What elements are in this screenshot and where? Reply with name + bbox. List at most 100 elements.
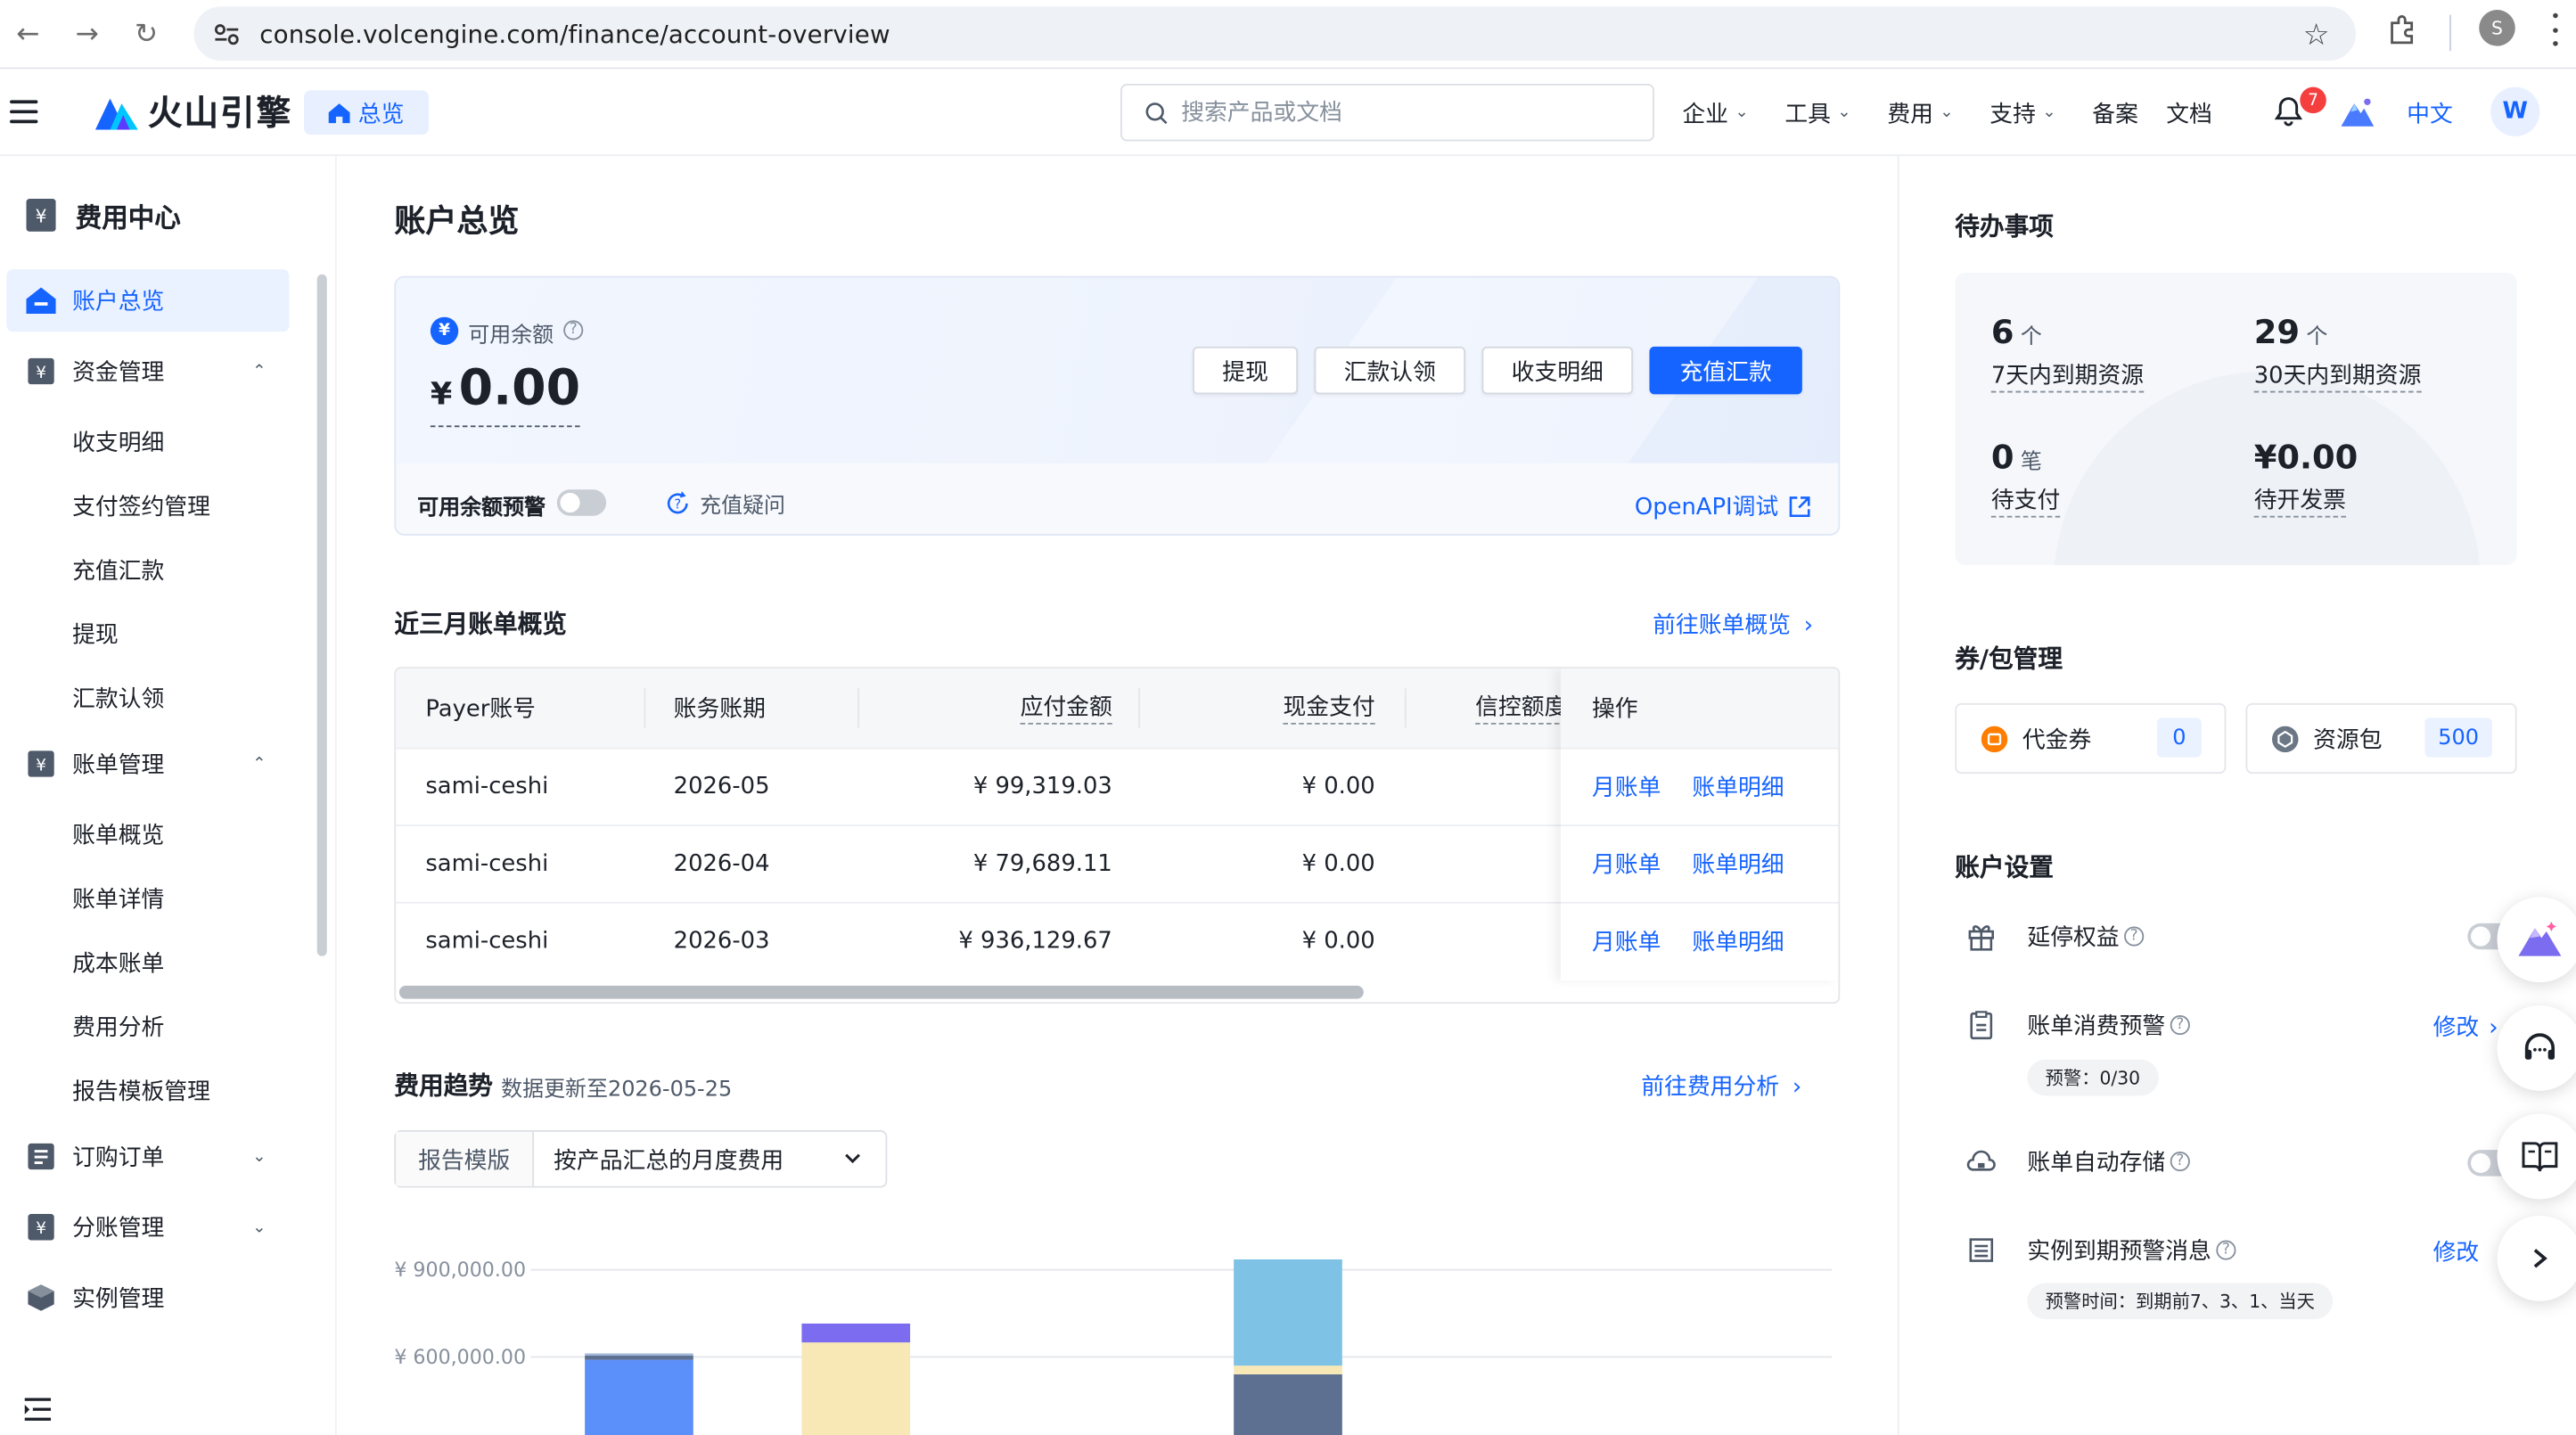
user-avatar[interactable]: W xyxy=(2490,86,2540,136)
ai-assistant-float-button[interactable] xyxy=(2497,897,2576,983)
todo-label-30d[interactable]: 30天内到期资源 xyxy=(2253,361,2422,393)
remittance-claim-button[interactable]: 汇款认领 xyxy=(1314,346,1466,395)
todo-count-pending-invoice[interactable]: ¥0.00 xyxy=(2254,437,2359,476)
sidebar-subitem-withdraw[interactable]: 提现 xyxy=(72,618,119,651)
home-overview-tab[interactable]: 总览 xyxy=(303,90,430,135)
balance-alert-toggle[interactable] xyxy=(556,489,607,516)
sidebar-subitem-report-templates[interactable]: 报告模板管理 xyxy=(72,1074,210,1107)
todo-count-pending-pay[interactable]: 0笔 xyxy=(1991,437,2042,476)
ai-assistant-icon[interactable] xyxy=(2341,97,2375,127)
income-expense-button[interactable]: 收支明细 xyxy=(1481,346,1634,395)
bar-segment-2-0[interactable] xyxy=(1234,1374,1342,1435)
todo-label-pending-pay[interactable]: 待支付 xyxy=(1990,487,2061,518)
balance-card-footer xyxy=(396,463,1839,535)
link-filing[interactable]: 备案 xyxy=(2092,96,2138,129)
recharge-faq-link[interactable]: ? 充值疑问 xyxy=(665,488,785,519)
sidebar-subitem-payment-contract[interactable]: 支付签约管理 xyxy=(72,489,210,522)
header-credit: 信控额度 xyxy=(1475,668,1568,747)
todo-count-30d[interactable]: 29 个 xyxy=(2254,312,2328,351)
template-select-value[interactable]: 按产品汇总的月度费用 xyxy=(534,1132,885,1186)
language-switch[interactable]: 中文 xyxy=(2407,97,2453,130)
expand-float-button[interactable] xyxy=(2497,1215,2576,1301)
svg-text:¥: ¥ xyxy=(36,206,47,227)
bar-segment-1-2[interactable] xyxy=(801,1323,911,1343)
sidebar-subitem-remittance-claim[interactable]: 汇款认领 xyxy=(72,682,164,715)
page-title: 账户总览 xyxy=(394,203,520,241)
monthly-bill-link[interactable]: 月账单 xyxy=(1592,925,1661,958)
search-input[interactable] xyxy=(1181,99,1609,126)
link-docs[interactable]: 文档 xyxy=(2166,96,2212,129)
instance-expiry-modify-link[interactable]: 修改 xyxy=(2433,1235,2480,1268)
browser-profile-avatar[interactable]: S xyxy=(2479,10,2515,46)
openapi-debug-link[interactable]: OpenAPI调试 xyxy=(1635,489,1809,522)
todo-label-pending-invoice[interactable]: 待开发票 xyxy=(2253,487,2346,518)
table-horizontal-scrollbar[interactable] xyxy=(398,985,1364,999)
withdraw-button[interactable]: 提现 xyxy=(1193,346,1299,395)
menu-support[interactable]: 支持 ⌄ xyxy=(1989,96,2055,129)
goto-cost-analysis-link[interactable]: 前往费用分析 › xyxy=(1641,1070,1801,1103)
menu-enterprise[interactable]: 企业 ⌄ xyxy=(1682,96,1748,129)
goto-bill-overview-link[interactable]: 前往账单概览 › xyxy=(1653,608,1813,641)
sidebar-item-account-overview[interactable]: 账户总览 xyxy=(6,269,290,332)
bar-segment-2-2[interactable] xyxy=(1234,1259,1342,1366)
bill-detail-link[interactable]: 账单明细 xyxy=(1692,770,1784,803)
reload-icon[interactable]: ↻ xyxy=(128,16,165,53)
link-label: 前往费用分析 xyxy=(1641,1074,1780,1101)
sidebar-item-split-billing[interactable]: ¥ 分账管理 ⌄ xyxy=(6,1196,289,1259)
todo-label-7d[interactable]: 7天内到期资源 xyxy=(1990,361,2145,393)
global-search[interactable] xyxy=(1120,83,1655,142)
sidebar-subitem-cost-analysis[interactable]: 费用分析 xyxy=(72,1011,164,1044)
menu-costs[interactable]: 费用 ⌄ xyxy=(1887,96,1953,129)
help-icon[interactable]: ? xyxy=(2170,1015,2190,1036)
sidebar-item-fund-management[interactable]: ¥ 资金管理 ⌃ xyxy=(6,340,289,403)
monthly-bill-link[interactable]: 月账单 xyxy=(1592,770,1661,803)
balance-label: 可用余额 xyxy=(468,324,554,348)
help-icon[interactable]: ? xyxy=(2216,1240,2236,1260)
sidebar-item-label: 账单管理 xyxy=(72,752,165,779)
bar-segment-1-1[interactable] xyxy=(801,1342,911,1398)
forward-icon[interactable]: → xyxy=(69,16,105,53)
bar-segment-0-0[interactable] xyxy=(585,1359,693,1435)
bar-segment-0-1[interactable] xyxy=(585,1355,693,1360)
todo-count-7d[interactable]: 6个 xyxy=(1991,312,2042,351)
bill-alert-modify-link[interactable]: 修改 › xyxy=(2433,1011,2498,1044)
todo-value: 0 xyxy=(1990,437,2014,477)
sidebar-item-orders[interactable]: 订购订单 ⌄ xyxy=(6,1126,289,1188)
bookmark-star-icon[interactable]: ☆ xyxy=(2303,18,2330,53)
site-settings-icon[interactable] xyxy=(212,19,242,48)
bar-segment-0-2[interactable] xyxy=(585,1353,693,1356)
sidebar-item-bill-management[interactable]: ¥ 账单管理 ⌃ xyxy=(6,733,289,795)
sidebar-subitem-bill-details[interactable]: 账单详情 xyxy=(72,882,164,915)
row-operations: 月账单 账单明细 xyxy=(1560,824,1839,902)
hamburger-menu-icon[interactable] xyxy=(10,100,38,124)
sidebar-subitem-bill-overview[interactable]: 账单概览 xyxy=(72,818,164,851)
bar-segment-2-1[interactable] xyxy=(1234,1365,1342,1374)
browser-menu-icon[interactable] xyxy=(2549,12,2559,46)
menu-tools[interactable]: 工具 ⌄ xyxy=(1784,96,1850,129)
help-icon[interactable]: ? xyxy=(2170,1152,2190,1172)
sidebar-subitem-recharge[interactable]: 充值汇款 xyxy=(72,554,164,586)
extensions-icon[interactable] xyxy=(2385,15,2418,48)
report-template-select[interactable]: 报告模版 按产品汇总的月度费用 xyxy=(394,1130,888,1188)
customer-service-float-button[interactable] xyxy=(2497,1004,2576,1091)
sidebar-subitem-income-expense[interactable]: 收支明细 xyxy=(72,425,164,458)
trend-section-title: 费用趋势 xyxy=(394,1070,493,1101)
brand-logo[interactable]: 火山引擎 xyxy=(94,90,292,133)
sidebar-item-label: 账户总览 xyxy=(72,289,165,316)
bar-segment-1-0[interactable] xyxy=(801,1397,911,1435)
recharge-button[interactable]: 充值汇款 xyxy=(1649,346,1802,395)
address-bar[interactable]: console.volcengine.com/finance/account-o… xyxy=(193,6,2357,62)
bill-detail-link[interactable]: 账单明细 xyxy=(1692,848,1784,881)
help-icon[interactable]: ? xyxy=(2124,926,2145,947)
back-icon[interactable]: ← xyxy=(10,16,46,53)
collapse-sidebar-icon[interactable] xyxy=(24,1398,52,1421)
sidebar-scrollbar[interactable] xyxy=(316,274,327,956)
column-divider xyxy=(857,688,859,728)
monthly-bill-link[interactable]: 月账单 xyxy=(1592,848,1661,881)
sidebar-subitem-cost-bill[interactable]: 成本账单 xyxy=(72,947,164,980)
help-icon[interactable]: ? xyxy=(563,320,584,340)
documentation-float-button[interactable] xyxy=(2497,1113,2576,1200)
clipboard-icon xyxy=(1966,1011,1996,1040)
bill-detail-link[interactable]: 账单明细 xyxy=(1692,925,1784,958)
sidebar-item-instances[interactable]: 实例管理 xyxy=(6,1267,289,1329)
